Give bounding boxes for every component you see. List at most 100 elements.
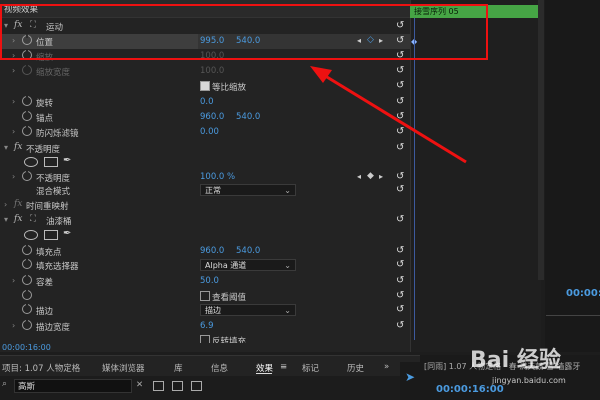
effects-search-input[interactable]: 高斯 [14,379,132,393]
fx-toggle-icon[interactable]: fx [14,142,22,152]
time-remap-row[interactable]: › fx 时间重映射 [0,198,410,213]
invert-row[interactable]: 反转填充 [0,333,410,343]
stopwatch-icon[interactable] [22,244,32,255]
stroke-width-value[interactable]: 6.9 [200,321,214,331]
stopwatch-icon[interactable] [22,258,32,269]
baidu-watermark-url: jingyan.baidu.com [492,376,566,385]
tolerance-row[interactable]: › 容差 50.0 ↺ [0,274,410,289]
expand-chevron-icon[interactable]: ▾ [4,215,8,224]
reset-icon[interactable]: ↺ [396,214,404,225]
reset-icon[interactable]: ↺ [396,304,404,315]
paint-bucket-label: 油漆桶 [46,217,72,227]
reset-icon[interactable]: ↺ [396,184,404,195]
tabs-overflow-icon[interactable]: » [384,362,389,372]
paint-bucket-effect-row[interactable]: ▾ fx ⛶ 油漆桶 ↺ [0,213,410,228]
view-threshold-row[interactable]: 查看阈值 ↺ [0,289,410,304]
expand-chevron-icon[interactable]: › [12,276,15,285]
32bit-effects-icon[interactable] [172,381,183,391]
anti-flicker-row[interactable]: › 防闪烁滤镜 0.00 ↺ [0,125,410,140]
anchor-row[interactable]: 锚点 960.0 540.0 ↺ [0,110,410,125]
prev-keyframe-icon[interactable]: ◂ [357,172,361,181]
stroke-width-row[interactable]: › 描边宽度 6.9 ↺ [0,319,410,334]
reset-icon[interactable]: ↺ [396,171,404,182]
next-keyframe-icon[interactable]: ▸ [379,172,383,181]
invert-checkbox[interactable] [200,335,210,343]
reset-icon[interactable]: ↺ [396,111,404,122]
view-threshold-checkbox[interactable] [200,291,210,301]
reset-icon[interactable]: ↺ [396,80,404,91]
rectangle-mask-icon[interactable] [44,230,58,240]
expand-chevron-icon[interactable]: › [4,200,7,209]
reset-icon[interactable]: ↺ [396,245,404,256]
stroke-row[interactable]: 描边 描边 ⌄ ↺ [0,303,410,318]
yuv-effects-icon[interactable] [191,381,202,391]
expand-chevron-icon[interactable]: ▾ [4,143,8,152]
add-keyframe-icon[interactable]: ◆ [367,171,374,181]
clear-search-icon[interactable]: ✕ [136,380,143,390]
reset-icon[interactable]: ↺ [396,290,404,301]
uniform-scale-label: 等比缩放 [212,83,247,93]
blend-mode-row[interactable]: 混合模式 正常 ⌄ ↺ [0,183,410,198]
stopwatch-icon[interactable] [22,319,32,330]
fill-point-x-value[interactable]: 960.0 [200,246,224,256]
anti-flicker-value[interactable]: 0.00 [200,127,219,137]
mask-tools-row: ✒ [0,155,410,170]
tab-history[interactable]: 历史 [347,362,364,374]
vertical-scrollbar[interactable] [538,0,544,280]
playhead-line[interactable] [414,18,415,340]
right-panel-timecode[interactable]: 00:00: [566,288,600,299]
tab-info[interactable]: 信息 [211,362,228,374]
expand-chevron-icon[interactable]: › [12,321,15,330]
reset-icon[interactable]: ↺ [396,65,404,76]
stopwatch-icon[interactable] [22,95,32,106]
opacity-value[interactable]: 100.0 % [200,172,235,182]
fill-selector-row[interactable]: 填充选择器 Alpha 通道 ⌄ ↺ [0,258,410,273]
stopwatch-icon[interactable] [22,125,32,136]
expand-chevron-icon[interactable]: › [12,172,15,181]
ellipse-mask-icon[interactable] [24,230,38,240]
uniform-scale-row[interactable]: 等比缩放 ↺ [0,79,410,94]
expand-chevron-icon[interactable]: › [12,66,15,75]
opacity-effect-row[interactable]: ▾ fx 不透明度 ↺ [0,141,410,156]
fill-point-y-value[interactable]: 540.0 [236,246,260,256]
selection-tool-icon[interactable]: ➤ [405,370,415,384]
blend-mode-dropdown[interactable]: 正常 ⌄ [200,184,296,196]
stroke-dropdown[interactable]: 描边 ⌄ [200,304,296,316]
tab-libraries[interactable]: 库 [174,362,183,374]
rotation-value[interactable]: 0.0 [200,97,214,107]
tab-project[interactable]: 项目: 1.07 人物定格 [2,362,80,374]
tolerance-value[interactable]: 50.0 [200,276,219,286]
expand-chevron-icon[interactable]: › [12,97,15,106]
pen-mask-icon[interactable]: ✒ [63,228,71,239]
anchor-y-value[interactable]: 540.0 [236,112,260,122]
stopwatch-icon[interactable] [22,303,32,314]
panel-menu-icon[interactable]: ≡ [280,362,287,372]
right-panel [545,0,600,352]
tab-media-browser[interactable]: 媒体浏览器 [102,362,145,374]
anchor-x-value[interactable]: 960.0 [200,112,224,122]
fill-selector-value: Alpha 通道 [205,261,247,270]
fx-toggle-icon[interactable]: fx [14,214,22,224]
fill-selector-dropdown[interactable]: Alpha 通道 ⌄ [200,259,296,271]
ellipse-mask-icon[interactable] [24,157,38,167]
reset-icon[interactable]: ↺ [396,126,404,137]
uniform-scale-checkbox[interactable] [200,81,210,91]
tab-markers[interactable]: 标记 [302,362,319,374]
reset-icon[interactable]: ↺ [396,142,404,153]
expand-chevron-icon[interactable]: › [12,127,15,136]
fill-point-row[interactable]: 填充点 960.0 540.0 ↺ [0,244,410,259]
rectangle-mask-icon[interactable] [44,157,58,167]
pen-mask-icon[interactable]: ✒ [63,155,71,166]
stopwatch-icon[interactable] [22,274,32,285]
reset-icon[interactable]: ↺ [396,259,404,270]
reset-icon[interactable]: ↺ [396,96,404,107]
program-timecode[interactable]: 00:00:16:00 [436,384,504,395]
stopwatch-icon[interactable] [22,289,32,300]
rotation-row[interactable]: › 旋转 0.0 ↺ [0,95,410,110]
effect-controls-timecode[interactable]: 00:00:16:00 [2,343,51,352]
stopwatch-icon[interactable] [22,170,32,181]
stopwatch-icon[interactable] [22,110,32,121]
accelerated-effects-icon[interactable] [153,381,164,391]
reset-icon[interactable]: ↺ [396,275,404,286]
reset-icon[interactable]: ↺ [396,320,404,331]
